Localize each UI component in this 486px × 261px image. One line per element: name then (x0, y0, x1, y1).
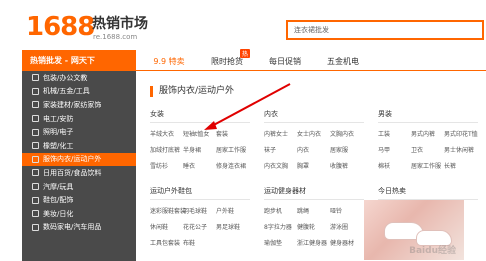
annotation-arrow-icon (204, 83, 291, 130)
